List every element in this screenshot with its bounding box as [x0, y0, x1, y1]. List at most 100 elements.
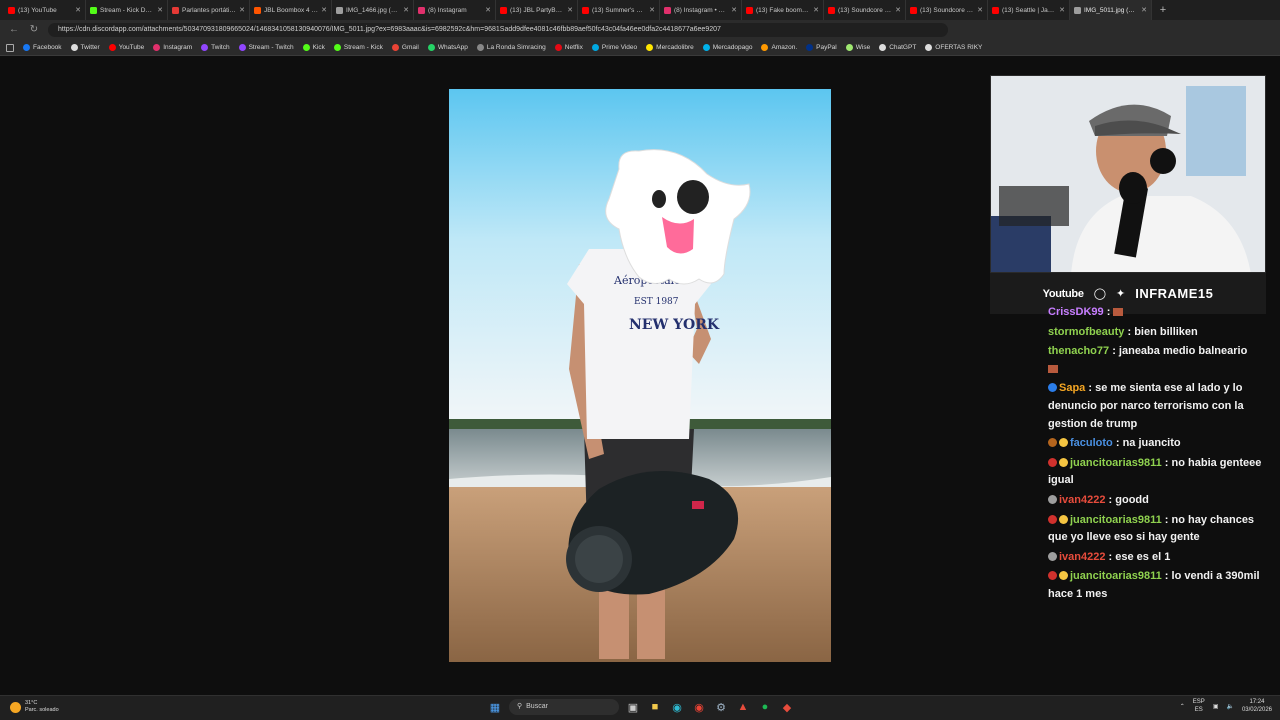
tab-favicon-icon	[336, 6, 343, 14]
browser-tab[interactable]: (8) Instagram ✕	[414, 0, 496, 20]
bookmark-item[interactable]: Gmail	[391, 44, 419, 51]
file-explorer-icon[interactable]: ■	[647, 699, 663, 715]
bookmark-favicon-icon	[153, 44, 161, 51]
bookmark-item[interactable]: ChatGPT	[879, 44, 916, 51]
bookmark-item[interactable]: La Ronda Simracing	[476, 44, 546, 51]
bookmark-item[interactable]: Stream - Kick	[333, 44, 383, 51]
chat-badge-icon	[1059, 571, 1068, 581]
bookmark-item[interactable]: Netflix	[554, 44, 583, 51]
bookmark-item[interactable]: PayPal	[806, 44, 837, 51]
bookmark-item[interactable]: Prime Video	[591, 44, 637, 51]
close-tab-icon[interactable]: ✕	[1059, 6, 1065, 14]
bookmark-item[interactable]: Twitter	[70, 44, 100, 51]
close-tab-icon[interactable]: ✕	[895, 6, 901, 14]
chat-username[interactable]: thenacho77	[1048, 345, 1109, 357]
windows-start-icon[interactable]: ▦	[487, 699, 503, 715]
chat-separator: :	[1105, 493, 1116, 506]
bookmark-item[interactable]: Stream - Twitch	[238, 44, 294, 51]
close-tab-icon[interactable]: ✕	[977, 6, 983, 14]
close-tab-icon[interactable]: ✕	[567, 6, 573, 14]
chat-message: faculoto : na juancito	[1048, 435, 1264, 453]
image-viewer: Aéropostale EST 1987 NEW YORK	[0, 57, 1280, 694]
tab-title: (13) JBL PartyBox Ult	[510, 6, 564, 14]
browser-tab[interactable]: (13) Fake boombox ✕	[742, 0, 824, 20]
bookmark-item[interactable]: Mercadolibre	[646, 44, 694, 51]
browser-tab[interactable]: Stream - Kick Dashb ✕	[86, 0, 168, 20]
taskbar-search[interactable]: ⚲ Buscar	[509, 699, 619, 715]
close-tab-icon[interactable]: ✕	[321, 6, 327, 14]
network-icon[interactable]: ▣	[1213, 703, 1219, 710]
close-tab-icon[interactable]: ✕	[157, 6, 163, 14]
close-tab-icon[interactable]: ✕	[731, 6, 737, 14]
bookmark-item[interactable]: OFERTAS RIKY	[925, 44, 982, 51]
browser-tab[interactable]: (13) Seattle | Jazzhu ✕	[988, 0, 1070, 20]
bookmark-item[interactable]: Wise	[845, 44, 870, 51]
chat-separator: :	[1161, 513, 1172, 526]
weather-widget[interactable]: 31°C Parc. soleado	[10, 700, 59, 714]
close-tab-icon[interactable]: ✕	[813, 6, 819, 14]
browser-tab[interactable]: (8) Instagram • Men ✕	[660, 0, 742, 20]
chevron-up-icon[interactable]: ⌃	[1180, 703, 1185, 710]
chat-username[interactable]: ivan4222	[1059, 494, 1105, 506]
close-tab-icon[interactable]: ✕	[239, 6, 245, 14]
chat-message: juancitoarias9811 : no hay chances que y…	[1048, 512, 1264, 547]
chat-username[interactable]: juancitoarias9811	[1070, 570, 1162, 582]
bookmark-item[interactable]: WhatsApp	[427, 44, 468, 51]
browser-tab[interactable]: Parlantes portátiles ✕	[168, 0, 250, 20]
chat-username[interactable]: ivan4222	[1059, 551, 1105, 563]
browser-tab[interactable]: IMG_1466.jpg (3024 ✕	[332, 0, 414, 20]
spotify-icon[interactable]: ●	[757, 699, 773, 715]
bookmark-label: ChatGPT	[889, 44, 917, 51]
browser-tab[interactable]: (13) Soundcore BT ✕	[824, 0, 906, 20]
chat-username[interactable]: juancitoarias9811	[1070, 457, 1162, 469]
back-icon[interactable]: ←	[8, 24, 20, 36]
app-icon[interactable]: ▲	[735, 699, 751, 715]
close-tab-icon[interactable]: ✕	[485, 6, 491, 14]
browser-tab[interactable]: IMG_5011.jpg (1481 ✕	[1070, 0, 1152, 20]
chat-separator: :	[1161, 456, 1172, 469]
chat-username[interactable]: stormofbeauty	[1048, 326, 1124, 338]
address-bar[interactable]: https://cdn.discordapp.com/attachments/5…	[48, 23, 948, 37]
bookmark-favicon-icon	[554, 44, 562, 51]
chat-username[interactable]: Sapa	[1059, 382, 1085, 394]
clock[interactable]: 17:24 03/02/2026	[1242, 699, 1272, 714]
browser-tab[interactable]: JBL Boombox 4 | El ✕	[250, 0, 332, 20]
chat-username[interactable]: faculoto	[1070, 437, 1113, 449]
chrome-icon[interactable]: ◉	[691, 699, 707, 715]
chat-badge-icon	[1048, 514, 1057, 524]
reload-icon[interactable]: ↻	[28, 24, 40, 36]
bookmark-item[interactable]: Amazon.	[761, 44, 797, 51]
bookmark-favicon-icon	[646, 44, 654, 51]
game-app-icon[interactable]: ◆	[779, 699, 795, 715]
bookmark-item[interactable]: Facebook	[23, 44, 62, 51]
apps-grid-icon[interactable]	[6, 43, 14, 52]
bookmark-item[interactable]: Kick	[302, 44, 325, 51]
chat-message: stormofbeauty : bien billiken	[1048, 324, 1264, 342]
browser-tab[interactable]: (13) Summer's End ✕	[578, 0, 660, 20]
search-icon: ⚲	[517, 703, 523, 710]
chat-username[interactable]: juancitoarias9811	[1070, 514, 1162, 526]
steam-icon[interactable]: ⚙	[713, 699, 729, 715]
chat-username[interactable]: CrissDK99	[1048, 306, 1104, 318]
close-tab-icon[interactable]: ✕	[403, 6, 409, 14]
bookmark-item[interactable]: Mercadopago	[702, 44, 752, 51]
edge-icon[interactable]: ◉	[669, 699, 685, 715]
close-tab-icon[interactable]: ✕	[75, 6, 81, 14]
browser-tab[interactable]: (13) YouTube ✕	[4, 0, 86, 20]
close-tab-icon[interactable]: ✕	[1141, 6, 1147, 14]
browser-tab[interactable]: (13) Soundcore Boo ✕	[906, 0, 988, 20]
language-indicator[interactable]: ESP ES	[1193, 699, 1205, 714]
chat-badge-icon	[1048, 457, 1057, 467]
bookmark-item[interactable]: YouTube	[108, 44, 144, 51]
tab-title: (13) YouTube	[18, 6, 57, 14]
twitter-icon: ✦	[1116, 288, 1126, 300]
task-view-icon[interactable]: ▣	[625, 699, 641, 715]
new-tab-button[interactable]: +	[1156, 0, 1170, 20]
close-tab-icon[interactable]: ✕	[649, 6, 655, 14]
chat-separator: :	[1109, 345, 1119, 358]
bookmark-item[interactable]: Instagram	[153, 44, 192, 51]
svg-text:NEW YORK: NEW YORK	[629, 317, 720, 333]
bookmark-item[interactable]: Twitch	[201, 44, 230, 51]
browser-tab[interactable]: (13) JBL PartyBox Ult✕	[496, 0, 578, 20]
volume-icon[interactable]: 🔈	[1226, 703, 1233, 710]
